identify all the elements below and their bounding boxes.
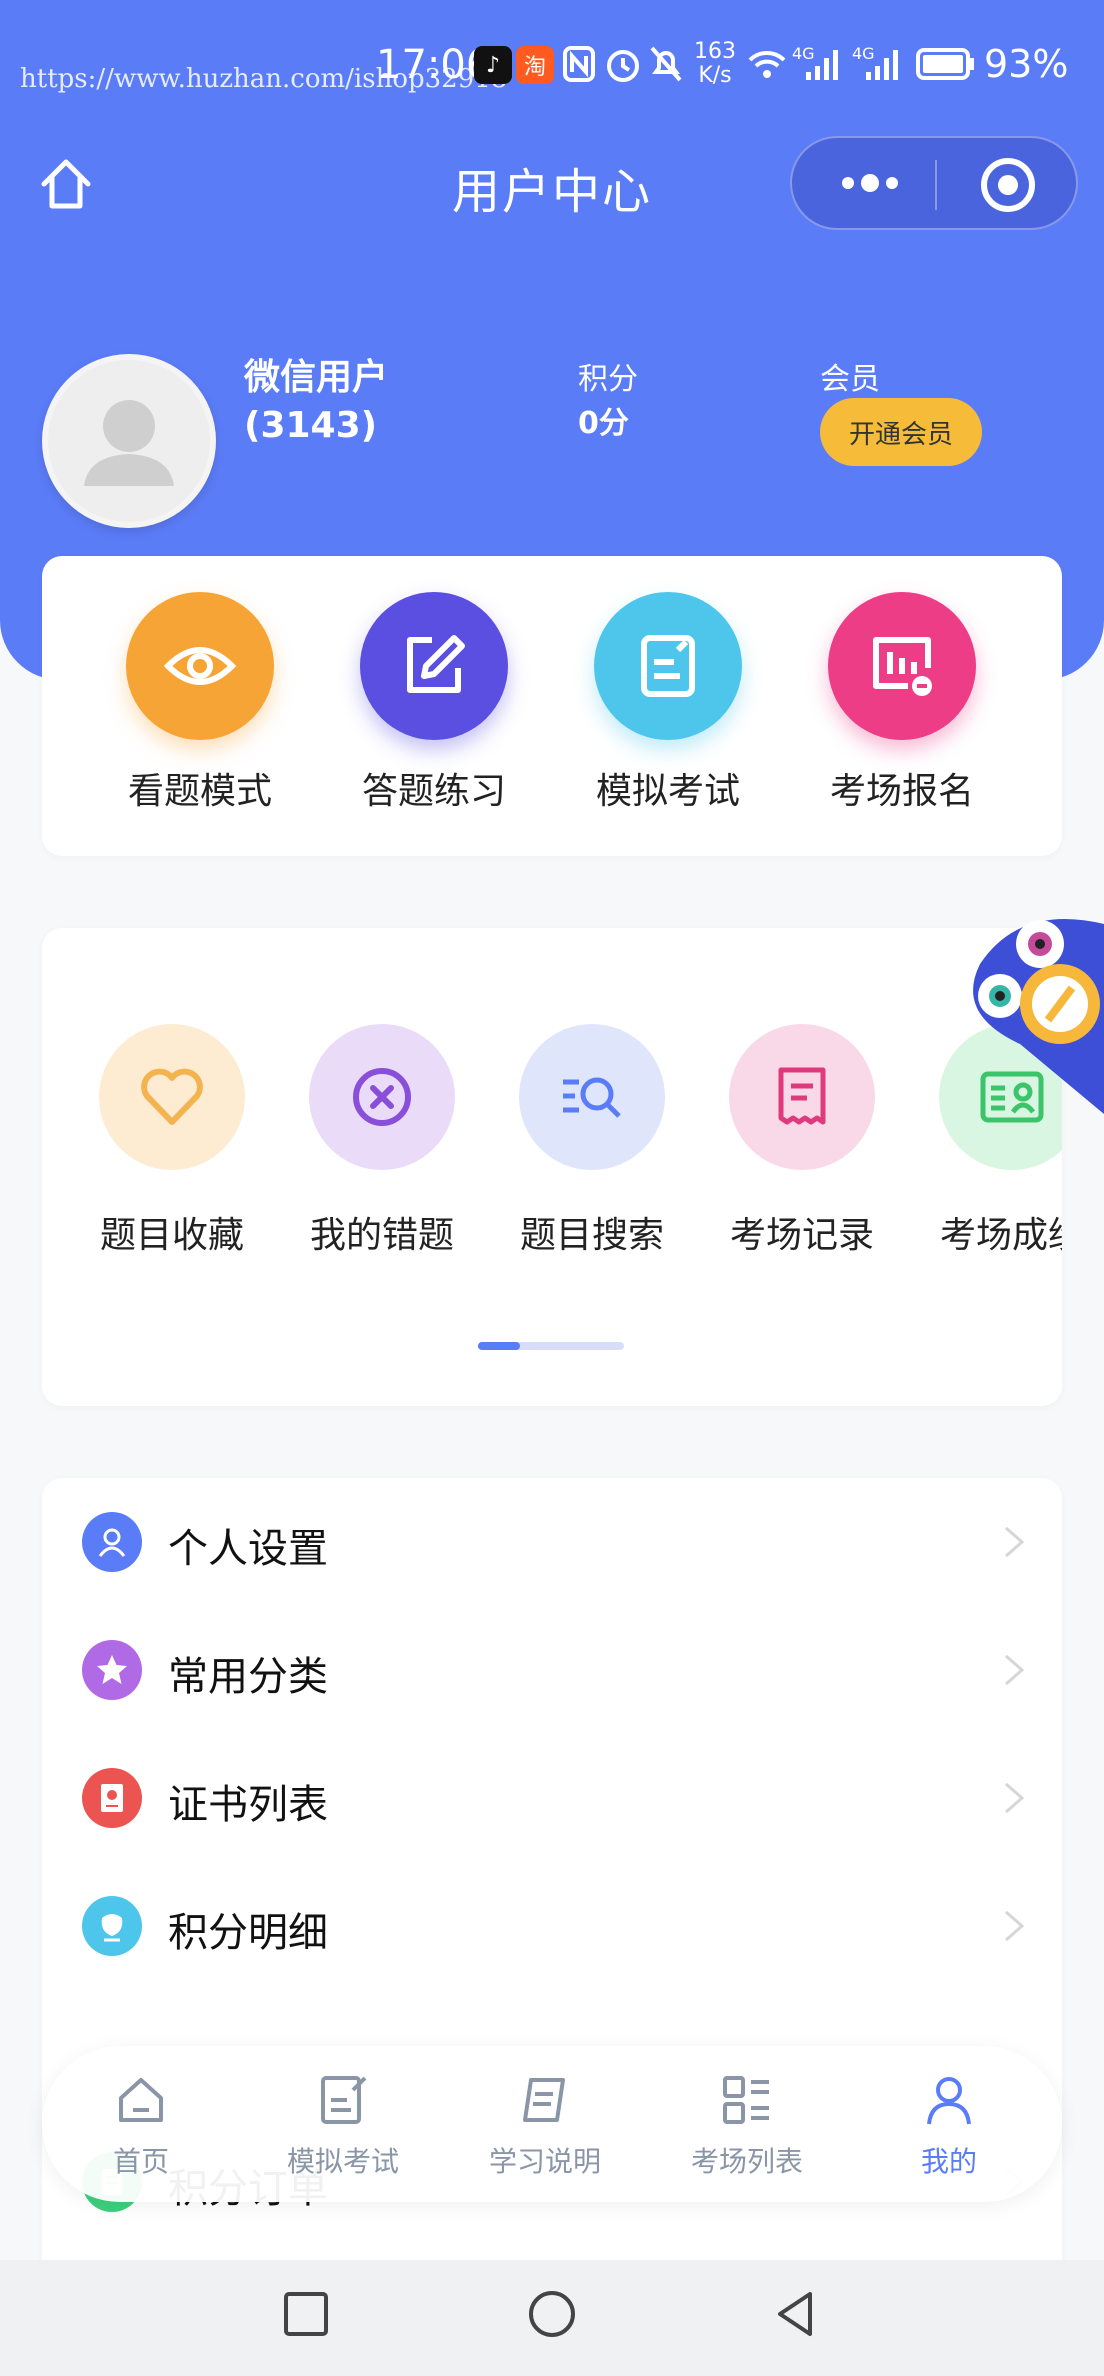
tab-study-guide[interactable]: 学习说明 — [460, 2072, 630, 2180]
exam-tab-icon — [321, 2076, 367, 2124]
mode-label: 模拟考试 — [595, 771, 740, 812]
tab-label: 考场列表 — [690, 2145, 803, 2178]
bottom-tab-bar: 首页 模拟考试 学习说明 考场列表 我的 — [42, 2046, 1062, 2202]
battery-percent: 93% — [984, 42, 1069, 86]
certificate-icon — [82, 1768, 142, 1828]
exam-icon — [594, 592, 742, 740]
menu-label: 积分明细 — [168, 1910, 328, 1956]
tab-profile[interactable]: 我的 — [864, 2072, 1034, 2180]
net-speed: 163 K/s — [694, 39, 736, 88]
system-navigation-bar — [0, 2260, 1104, 2376]
points-detail-icon — [82, 1896, 142, 1956]
home-circle-icon[interactable] — [526, 2288, 578, 2340]
mode-exam-signup[interactable]: 考场报名 — [802, 592, 1002, 814]
signal-1-icon — [806, 50, 838, 80]
menu-label: 常用分类 — [168, 1654, 328, 1700]
tool-search-questions[interactable]: 题目搜索 — [502, 1024, 682, 1258]
status-bar: https://www.huzhan.com/ishop32918 17:06 … — [0, 30, 1104, 100]
recent-apps-icon[interactable] — [280, 2288, 332, 2340]
default-avatar-icon — [84, 400, 174, 486]
profile-section: 微信用户 (3143) 积分 0分 会员 开通会员 — [0, 350, 1104, 540]
capsule-divider — [935, 160, 937, 210]
list-tab-icon — [723, 2076, 769, 2124]
nfc-icon — [563, 46, 595, 82]
tool-label: 题目搜索 — [519, 1215, 664, 1256]
mode-label: 看题模式 — [127, 771, 272, 812]
member-label: 会员 — [820, 362, 880, 397]
menu-item-common-categories[interactable]: 常用分类 — [42, 1606, 1062, 1734]
navbar: 用户中心 — [0, 130, 1104, 240]
tab-label: 学习说明 — [488, 2145, 601, 2178]
user-settings-icon — [82, 1512, 142, 1572]
tab-mock-exam[interactable]: 模拟考试 — [258, 2072, 428, 2180]
star-icon — [82, 1640, 142, 1700]
wifi-icon — [748, 50, 786, 78]
study-tab-icon — [523, 2078, 565, 2122]
chevron-right-icon — [1005, 1910, 1025, 1942]
points-value: 0分 — [578, 406, 629, 441]
open-membership-button[interactable]: 开通会员 — [820, 398, 982, 466]
tool-label: 我的错题 — [309, 1215, 454, 1256]
mini-program-capsule — [790, 136, 1078, 230]
mode-label: 答题练习 — [361, 771, 506, 812]
signup-icon — [828, 592, 976, 740]
battery-icon — [916, 48, 974, 80]
menu-label: 证书列表 — [168, 1782, 328, 1828]
wrong-icon — [309, 1024, 455, 1170]
tool-exam-records[interactable]: 考场记录 — [712, 1024, 892, 1258]
back-triangle-icon[interactable] — [770, 2288, 822, 2340]
menu-item-certificate-list[interactable]: 证书列表 — [42, 1734, 1062, 1862]
username: 微信用户 (3143) — [244, 357, 389, 446]
record-icon — [729, 1024, 875, 1170]
alarm-icon — [607, 50, 639, 82]
mode-view-questions[interactable]: 看题模式 — [100, 592, 300, 814]
floating-mascot-button[interactable] — [960, 904, 1104, 1124]
carousel-scroll-thumb — [478, 1342, 520, 1350]
more-dots-icon[interactable] — [830, 148, 910, 218]
tab-label: 我的 — [920, 2145, 977, 2178]
tab-exam-list[interactable]: 考场列表 — [662, 2072, 832, 2180]
mode-mock-exam[interactable]: 模拟考试 — [568, 592, 768, 814]
mode-card: 看题模式 答题练习 模拟考试 考场报名 — [42, 556, 1062, 856]
edit-icon — [360, 592, 508, 740]
signal-2-icon — [866, 50, 898, 80]
tool-favorites[interactable]: 题目收藏 — [82, 1024, 262, 1258]
eye-icon — [126, 592, 274, 740]
mode-label: 考场报名 — [829, 771, 974, 812]
tool-label: 题目收藏 — [99, 1215, 244, 1256]
menu-label: 个人设置 — [168, 1526, 328, 1572]
menu-item-points-detail[interactable]: 积分明细 — [42, 1862, 1062, 1990]
home-tab-icon — [119, 2078, 163, 2122]
tab-home[interactable]: 首页 — [56, 2072, 226, 2180]
mute-icon — [650, 46, 682, 82]
chevron-right-icon — [1005, 1526, 1025, 1558]
target-close-icon[interactable] — [978, 155, 1038, 215]
menu-item-personal-settings[interactable]: 个人设置 — [42, 1478, 1062, 1606]
profile-tab-icon — [927, 2077, 971, 2125]
search-list-icon — [519, 1024, 665, 1170]
chevron-right-icon — [1005, 1654, 1025, 1686]
tools-card: 题目收藏 我的错题 题目搜索 考场记录 考场成绩 — [42, 928, 1062, 1406]
tiktok-icon: ♪ — [474, 46, 512, 84]
avatar[interactable] — [42, 354, 216, 528]
tab-label: 模拟考试 — [286, 2145, 399, 2178]
tool-label: 考场成绩 — [939, 1215, 1062, 1256]
heart-icon — [99, 1024, 245, 1170]
taobao-icon: 淘 — [516, 46, 554, 84]
tool-wrong-questions[interactable]: 我的错题 — [292, 1024, 472, 1258]
mode-answer-practice[interactable]: 答题练习 — [334, 592, 534, 814]
chevron-right-icon — [1005, 1782, 1025, 1814]
tool-label: 考场记录 — [729, 1215, 874, 1256]
tab-label: 首页 — [112, 2145, 169, 2178]
points-label: 积分 — [578, 362, 638, 397]
